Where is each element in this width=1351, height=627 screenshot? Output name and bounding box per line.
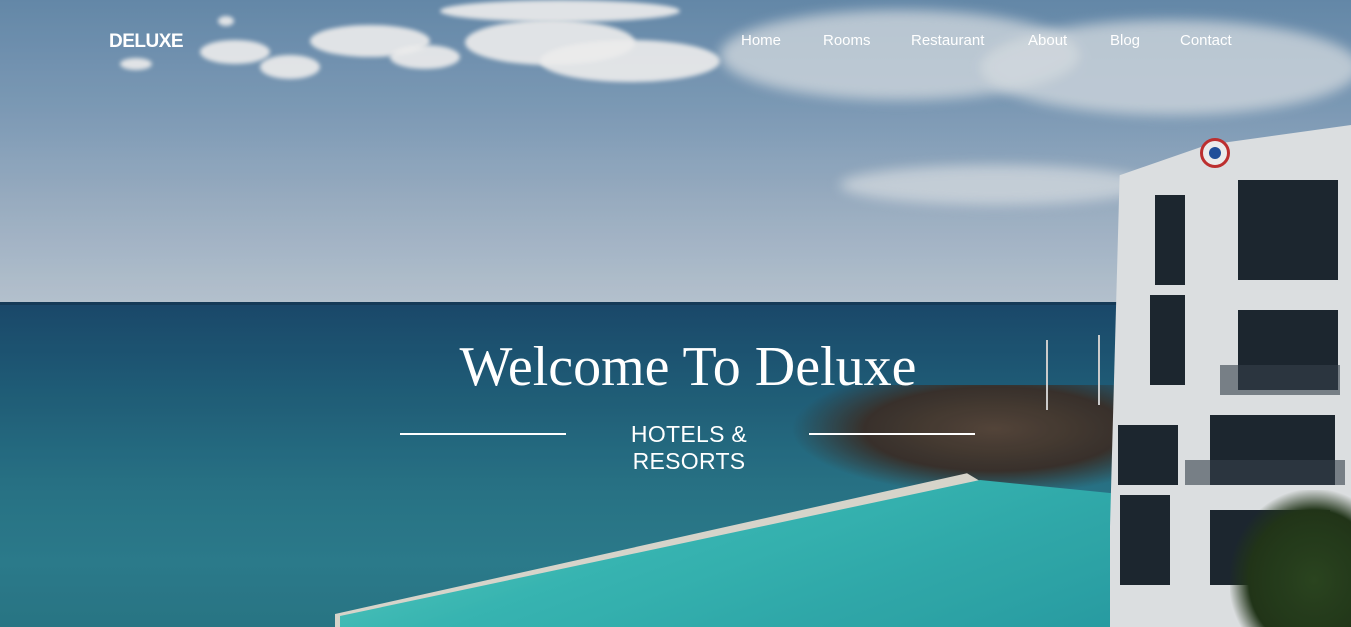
- nav-item-about[interactable]: About: [1028, 32, 1067, 49]
- hero-subheading-text: HOTELS & RESORTS: [630, 421, 748, 474]
- nav-item-rooms[interactable]: Rooms: [823, 32, 871, 49]
- nav-item-restaurant[interactable]: Restaurant: [911, 32, 984, 49]
- nav-item-blog[interactable]: Blog: [1110, 32, 1140, 49]
- hero-section: [0, 0, 1351, 627]
- hero-subheading: HOTELS & RESORTS: [400, 421, 975, 474]
- hero-headline: Welcome To Deluxe: [459, 336, 917, 398]
- site-header: DELUXE Home Rooms Restaurant About Blog …: [0, 0, 1351, 82]
- nav-item-contact[interactable]: Contact: [1180, 32, 1232, 49]
- divider-right: [809, 433, 975, 435]
- brand-logo[interactable]: DELUXE: [109, 31, 184, 53]
- divider-left: [400, 433, 566, 435]
- nav-item-home[interactable]: Home: [741, 32, 781, 49]
